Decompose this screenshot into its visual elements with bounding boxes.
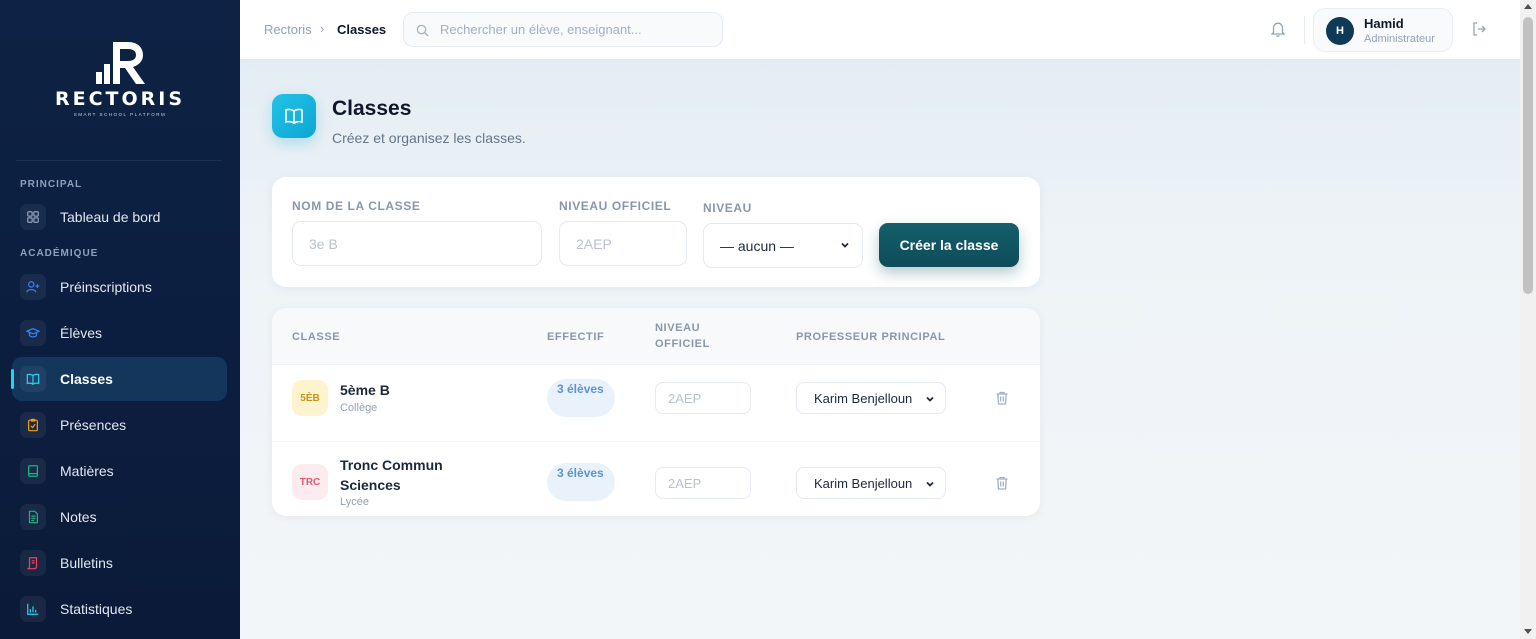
app-logo[interactable]: RECTORIS SMART SCHOOL PLATFORM (0, 38, 240, 122)
book-open-icon (20, 366, 46, 392)
logout-icon[interactable] (1471, 21, 1487, 37)
teacher-select-value: Karim Benjelloun (814, 475, 913, 491)
table-row: 5ÈB 5ème B Collège 3 élèves Karim Benjel… (272, 365, 1040, 441)
search-box (403, 12, 723, 47)
sidebar-item-preinscriptions[interactable]: Préinscriptions (12, 265, 227, 309)
user-plus-icon (20, 274, 46, 300)
bar-chart-icon (20, 596, 46, 622)
section-academique: ACADÉMIQUE (20, 248, 99, 259)
official-level-label: NIVEAU OFFICIEL (559, 199, 672, 213)
user-name: Hamid (1364, 16, 1404, 31)
column-header-classe: CLASSE (292, 331, 341, 343)
create-class-button[interactable]: Créer la classe (879, 223, 1019, 267)
logo-text: RECTORIS (54, 88, 186, 110)
official-level-field[interactable] (655, 382, 751, 414)
avatar: H (1326, 17, 1354, 45)
level-select-value: — aucun — (720, 237, 794, 254)
teacher-select[interactable]: Karim Benjelloun (796, 467, 946, 499)
sidebar-item-bulletins[interactable]: Bulletins (12, 541, 227, 585)
teacher-select-value: Karim Benjelloun (814, 390, 913, 406)
class-name: 5ème B (340, 382, 390, 398)
column-header-professeur: PROFESSEUR PRINCIPAL (796, 331, 946, 343)
table-header: CLASSE EFFECTIF NIVEAU OFFICIEL PROFESSE… (272, 308, 1040, 365)
teacher-select[interactable]: Karim Benjelloun (796, 382, 946, 414)
sidebar-divider (16, 160, 222, 161)
class-name-label: NOM DE LA CLASSE (292, 199, 421, 213)
sidebar-item-dashboard[interactable]: Tableau de bord (12, 195, 227, 239)
delete-icon[interactable] (994, 390, 1010, 406)
sidebar-item-label: Statistiques (60, 601, 133, 617)
class-cycle: Lycée (340, 496, 369, 508)
clipboard-check-icon (20, 412, 46, 438)
sidebar-item-label: Présences (60, 417, 127, 433)
main-content: Classes Créez et organisez les classes. … (240, 60, 1520, 639)
topbar-divider (1304, 16, 1305, 44)
scroll-up-arrow-icon[interactable] (1524, 4, 1532, 9)
sidebar-item-label: Tableau de bord (60, 209, 161, 225)
column-header-effectif: EFFECTIF (547, 331, 605, 343)
column-header-niveau-officiel: NIVEAU OFFICIEL (655, 322, 710, 350)
sidebar-item-notes[interactable]: Notes (12, 495, 227, 539)
breadcrumb-current: Classes (337, 22, 387, 37)
sidebar-item-classes[interactable]: Classes (11, 357, 227, 401)
official-level-field[interactable] (655, 467, 751, 499)
table-row: TRC Tronc Commun Sciences Lycée 3 élèves… (272, 441, 1040, 516)
sidebar: RECTORIS SMART SCHOOL PLATFORM PRINCIPAL… (0, 0, 240, 639)
sidebar-item-matieres[interactable]: Matières (12, 449, 227, 493)
user-menu[interactable]: H Hamid Administrateur (1313, 8, 1453, 52)
logo-tagline: SMART SCHOOL PLATFORM (73, 112, 167, 117)
delete-icon[interactable] (994, 475, 1010, 491)
book-icon (20, 458, 46, 484)
sidebar-item-presences[interactable]: Présences (12, 403, 227, 447)
sidebar-item-label: Élèves (60, 325, 103, 341)
breadcrumb-chevron-icon: › (320, 21, 325, 36)
classes-table: CLASSE EFFECTIF NIVEAU OFFICIEL PROFESSE… (272, 308, 1040, 516)
breadcrumb-root[interactable]: Rectoris (264, 22, 312, 37)
scroll-down-arrow-icon[interactable] (1524, 629, 1532, 634)
chevron-down-icon (926, 481, 934, 487)
search-icon (416, 24, 429, 37)
sidebar-item-label: Matières (60, 463, 114, 479)
dashboard-icon (20, 204, 46, 230)
user-role: Administrateur (1364, 33, 1435, 45)
graduation-cap-icon (20, 320, 46, 346)
class-badge: TRC (292, 464, 328, 500)
topbar: Rectoris › Classes H Hamid Administrateu… (240, 0, 1520, 60)
page-header-icon (272, 94, 316, 138)
scroll-thumb[interactable] (1523, 17, 1533, 294)
scroll-icon (20, 550, 46, 576)
level-label: NIVEAU (703, 201, 752, 215)
search-input[interactable] (440, 13, 710, 46)
class-badge: 5ÈB (292, 380, 328, 416)
level-select[interactable]: — aucun — (703, 223, 863, 268)
page-title: Classes (332, 97, 412, 120)
class-name-input[interactable] (292, 221, 542, 266)
official-level-input[interactable] (559, 221, 687, 266)
class-name: Tronc Commun Sciences (340, 457, 443, 493)
class-cycle: Collège (340, 402, 378, 414)
notification-bell-icon[interactable] (1269, 20, 1287, 38)
sidebar-item-label: Bulletins (60, 555, 113, 571)
section-principal: PRINCIPAL (20, 179, 83, 190)
effectif-badge: 3 élèves (547, 463, 615, 501)
rectoris-logo-icon (96, 42, 145, 84)
chevron-down-icon (841, 242, 849, 248)
sidebar-item-statistiques[interactable]: Statistiques (12, 587, 227, 631)
sidebar-item-label: Notes (60, 509, 97, 525)
create-class-form: NOM DE LA CLASSE NIVEAU OFFICIEL NIVEAU … (272, 177, 1040, 287)
chevron-down-icon (926, 396, 934, 402)
sidebar-item-label: Préinscriptions (60, 279, 152, 295)
book-open-icon (285, 108, 303, 125)
sidebar-item-label: Classes (60, 371, 113, 387)
file-text-icon (20, 504, 46, 530)
sidebar-item-eleves[interactable]: Élèves (12, 311, 227, 355)
page-scrollbar[interactable] (1520, 0, 1536, 639)
effectif-badge: 3 élèves (547, 379, 615, 417)
page-subtitle: Créez et organisez les classes. (332, 130, 526, 146)
